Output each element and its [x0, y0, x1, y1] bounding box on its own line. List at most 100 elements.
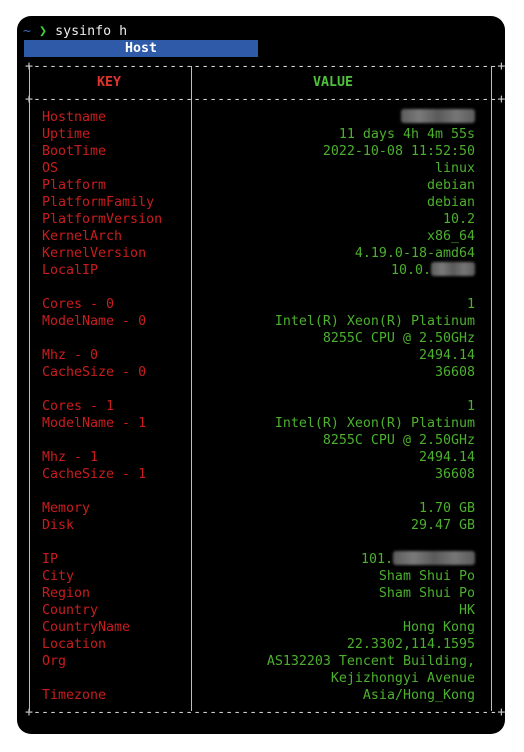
value-column-header: VALUE — [313, 75, 354, 90]
table-row: ModelName - 0 Intel(R) Xeon(R) Platinum — [17, 313, 505, 330]
row-key: BootTime — [42, 144, 107, 159]
table-row: Region Sham Shui Po — [17, 585, 505, 602]
row-key: OS — [42, 161, 59, 176]
left-border — [29, 66, 30, 711]
row-value: 36608 — [435, 466, 475, 483]
row-key: Cores - 0 — [42, 297, 115, 312]
row-key: Mhz - 0 — [42, 348, 99, 363]
row-key: CacheSize - 0 — [42, 365, 147, 380]
row-value: 10.2 — [443, 211, 475, 228]
row-value: Asia/Hong_Kong — [363, 687, 475, 704]
table-row-spacer — [17, 483, 505, 500]
table-top-border: +---------------------------------------… — [25, 59, 505, 74]
table-row-spacer: 8255C CPU @ 2.50GHz — [17, 432, 505, 449]
table-row: BootTime 2022-10-08 11:52:50 — [17, 143, 505, 160]
row-value-text: Asia/Hong_Kong — [362, 688, 475, 703]
row-key: Org — [42, 654, 67, 669]
row-value: 11 days 4h 4m 55s — [339, 126, 475, 143]
row-key: Location — [42, 637, 107, 652]
row-value: Kejizhongyi Avenue — [331, 670, 475, 687]
row-key: Hostname — [42, 110, 107, 125]
row-value-text: debian — [426, 195, 475, 210]
row-value: Sham Shui Po — [379, 585, 475, 602]
row-value-text: 2494.14 — [418, 348, 475, 363]
row-value-text: 2022-10-08 11:52:50 — [322, 144, 475, 159]
table-row: CacheSize - 0 36608 — [17, 364, 505, 381]
row-value: AS132203 Tencent Building, — [267, 653, 475, 670]
table-row: KernelVersion 4.19.0-18-amd64 — [17, 245, 505, 262]
table-row-spacer — [17, 534, 505, 551]
row-value: 8255C CPU @ 2.50GHz — [323, 432, 475, 449]
info-table: Hostname Uptime 11 days 4h 4m 55s BootTime 2… — [17, 109, 505, 704]
row-value-text: linux — [434, 161, 475, 176]
row-key: LocalIP — [42, 263, 99, 278]
row-value-text: 101. — [360, 552, 393, 567]
table-row-spacer — [17, 381, 505, 398]
row-value-text: 1 — [466, 297, 475, 312]
row-value: 101. — [361, 551, 475, 568]
row-key: ModelName - 0 — [42, 314, 147, 329]
row-value-text: 22.3302,114.1595 — [346, 637, 475, 652]
row-value: 2494.14 — [419, 347, 475, 364]
row-value-text: 36608 — [434, 467, 475, 482]
table-row: ModelName - 1 Intel(R) Xeon(R) Platinum — [17, 415, 505, 432]
row-value: 22.3302,114.1595 — [347, 636, 475, 653]
key-column-header: KEY — [97, 75, 122, 90]
redacted-value-mask — [401, 109, 475, 123]
row-key: Timezone — [42, 688, 107, 703]
row-value-text: 10.2 — [442, 212, 475, 227]
row-value-text: Hong Kong — [402, 620, 475, 635]
table-row-spacer: Kejizhongyi Avenue — [17, 670, 505, 687]
row-value: debian — [427, 194, 475, 211]
row-value-text: 10.0. — [390, 263, 431, 278]
table-row: CacheSize - 1 36608 — [17, 466, 505, 483]
row-value: Sham Shui Po — [379, 568, 475, 585]
row-value: 1 — [467, 398, 475, 415]
table-row: Uptime 11 days 4h 4m 55s — [17, 126, 505, 143]
row-value: 4.19.0-18-amd64 — [355, 245, 475, 262]
redacted-value-mask — [393, 551, 475, 565]
row-value-text: Sham Shui Po — [378, 586, 475, 601]
table-row: Country HK — [17, 602, 505, 619]
redacted-value-mask — [431, 262, 475, 276]
row-value: x86_64 — [427, 228, 475, 245]
row-value-text: 1 — [466, 399, 475, 414]
row-value-text: 29.47 GB — [410, 518, 475, 533]
row-value: 2022-10-08 11:52:50 — [323, 143, 475, 160]
row-value: Intel(R) Xeon(R) Platinum — [275, 313, 475, 330]
row-value-text: Intel(R) Xeon(R) Platinum — [274, 416, 475, 431]
row-key: Memory — [42, 501, 91, 516]
table-row: Org AS132203 Tencent Building, — [17, 653, 505, 670]
table-row: Mhz - 1 2494.14 — [17, 449, 505, 466]
table-row: City Sham Shui Po — [17, 568, 505, 585]
row-value: Intel(R) Xeon(R) Platinum — [275, 415, 475, 432]
command-prompt: ~ ❯ sysinfo h — [23, 23, 127, 40]
row-value-text: HK — [458, 603, 475, 618]
table-row: OS linux — [17, 160, 505, 177]
row-key: Disk — [42, 518, 75, 533]
terminal-window[interactable]: ~ ❯ sysinfo h Host +--------------------… — [17, 16, 505, 734]
row-value-text: Kejizhongyi Avenue — [330, 671, 475, 686]
row-key: CacheSize - 1 — [42, 467, 147, 482]
table-row: Memory 1.70 GB — [17, 500, 505, 517]
row-value: HK — [459, 602, 475, 619]
row-value: 2494.14 — [419, 449, 475, 466]
column-divider — [191, 66, 192, 711]
table-row: IP 101. — [17, 551, 505, 568]
row-key: CountryName — [42, 620, 131, 635]
row-key: Cores - 1 — [42, 399, 115, 414]
right-border — [491, 66, 492, 711]
row-value: 10.0. — [391, 262, 475, 279]
row-value: linux — [435, 160, 475, 177]
table-row: KernelArch x86_64 — [17, 228, 505, 245]
header-border: +---------------------------------------… — [25, 92, 505, 107]
row-value-text: 8255C CPU @ 2.50GHz — [322, 331, 475, 346]
table-row: PlatformFamily debian — [17, 194, 505, 211]
row-value-text: AS132203 Tencent Building, — [266, 654, 475, 669]
row-key: Region — [42, 586, 91, 601]
row-value-text: 11 days 4h 4m 55s — [338, 127, 475, 142]
table-row: LocalIP 10.0. — [17, 262, 505, 279]
row-value: 1 — [467, 296, 475, 313]
row-key: PlatformFamily — [42, 195, 155, 210]
row-value: 29.47 GB — [411, 517, 475, 534]
